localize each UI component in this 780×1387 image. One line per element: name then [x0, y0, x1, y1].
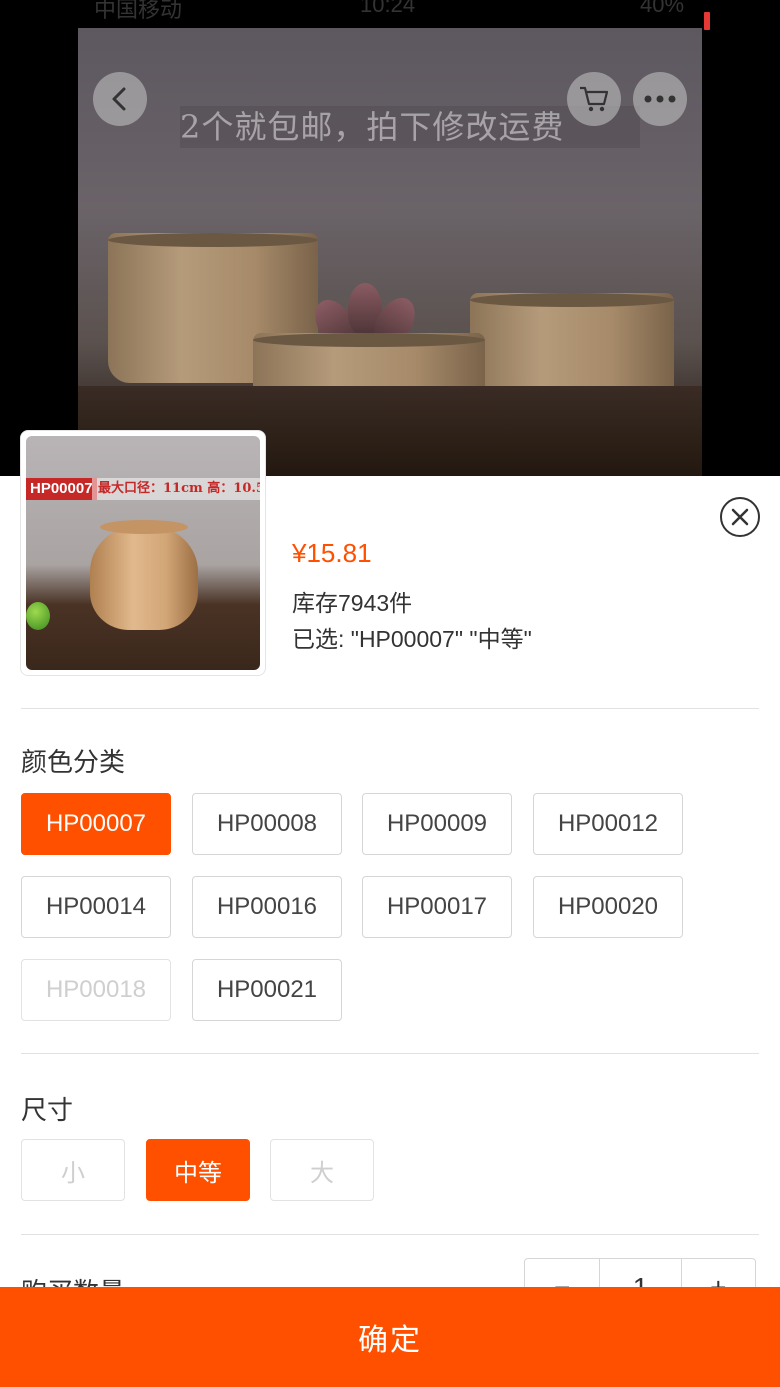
size-option-label: 大	[310, 1159, 334, 1187]
color-option[interactable]: HP00012	[533, 793, 683, 855]
thumb-code-label: HP00007	[26, 478, 97, 500]
color-option-label: HP00007	[45, 810, 147, 837]
color-option[interactable]: HP00008	[192, 793, 342, 855]
size-option[interactable]: 大	[270, 1139, 374, 1201]
color-option[interactable]: HP00016	[192, 876, 342, 938]
cart-icon	[580, 86, 609, 112]
back-icon	[112, 87, 126, 111]
product-image-area: 2个就包邮，拍下修改运费 中国移动 10:24 40%	[0, 0, 780, 476]
battery-icon	[704, 12, 710, 30]
price: ¥15.81	[292, 538, 372, 568]
apple-image	[26, 602, 50, 630]
cart-button[interactable]	[567, 72, 621, 126]
more-button[interactable]	[633, 72, 687, 126]
status-bar: 中国移动 10:24 40%	[0, 0, 780, 30]
close-button[interactable]	[720, 497, 760, 537]
divider	[21, 1234, 759, 1235]
thumb-spec-label: 最大口径：11cm 高：10.5cm	[92, 478, 260, 500]
color-option[interactable]: HP00009	[362, 793, 512, 855]
divider	[21, 1053, 759, 1054]
close-icon	[731, 508, 749, 526]
battery-label: 40%	[640, 0, 685, 17]
size-option[interactable]: 中等	[146, 1139, 250, 1201]
color-option-label: HP00009	[386, 810, 488, 837]
color-option[interactable]: HP00021	[192, 959, 342, 1021]
selected-summary: 已选: "HP00007" "中等"	[292, 626, 532, 652]
size-option-label: 小	[61, 1159, 85, 1187]
carrier-label: 中国移动	[94, 0, 183, 22]
size-section-title: 尺寸	[21, 1095, 74, 1125]
color-option[interactable]: HP00018	[21, 959, 171, 1021]
color-option-label: HP00008	[216, 810, 318, 837]
color-option-label: HP00017	[386, 893, 488, 920]
color-option[interactable]: HP00007	[21, 793, 171, 855]
more-icon	[644, 95, 676, 103]
color-option-label: HP00012	[557, 810, 659, 837]
color-section-title: 颜色分类	[21, 747, 126, 777]
color-option[interactable]: HP00017	[362, 876, 512, 938]
confirm-button[interactable]: 确定	[0, 1287, 780, 1387]
color-option[interactable]: HP00020	[533, 876, 683, 938]
color-option-label: HP00020	[557, 893, 659, 920]
sku-thumbnail[interactable]: HP00007 最大口径：11cm 高：10.5cm	[20, 430, 266, 676]
color-option-label: HP00018	[45, 976, 147, 1003]
size-option[interactable]: 小	[21, 1139, 125, 1201]
back-button[interactable]	[93, 72, 147, 126]
color-option[interactable]: HP00014	[21, 876, 171, 938]
color-option-label: HP00014	[45, 893, 147, 920]
vase-image	[90, 520, 198, 630]
color-option-label: HP00016	[216, 893, 318, 920]
sku-thumbnail-image: HP00007 最大口径：11cm 高：10.5cm	[26, 436, 260, 670]
color-option-label: HP00021	[216, 976, 318, 1003]
clock: 10:24	[360, 0, 416, 17]
divider	[21, 708, 759, 709]
size-option-label: 中等	[174, 1159, 222, 1187]
stock-count: 库存7943件	[292, 590, 413, 616]
